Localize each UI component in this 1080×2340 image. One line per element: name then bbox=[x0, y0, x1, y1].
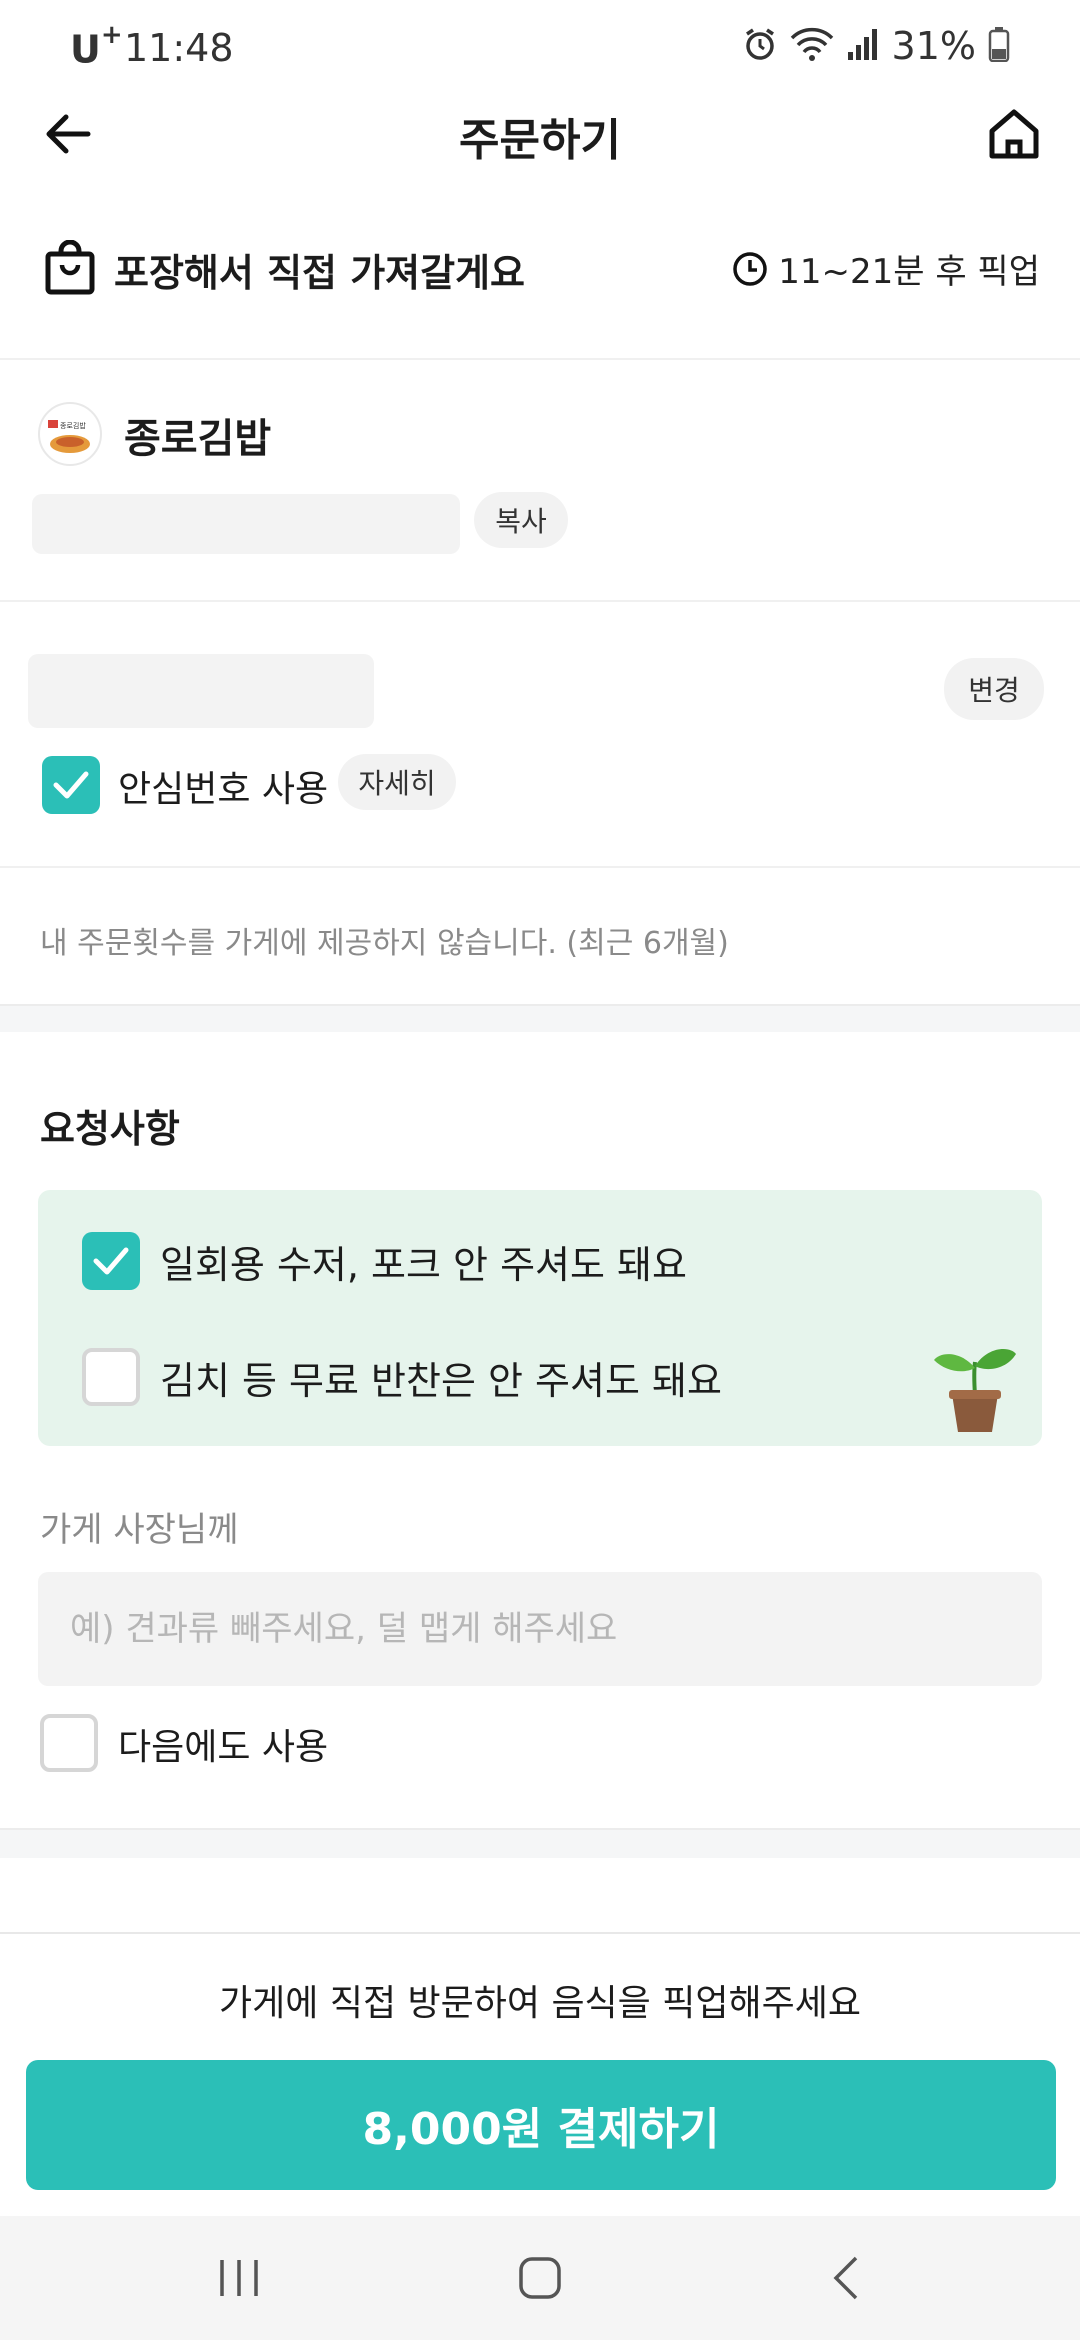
store-logo: 종로김밥 bbox=[38, 402, 102, 466]
owner-request-label: 가게 사장님께 bbox=[40, 1510, 239, 1550]
store-logo-text: 종로김밥 bbox=[60, 421, 86, 430]
divider bbox=[0, 866, 1080, 868]
recents-icon[interactable] bbox=[214, 2256, 264, 2304]
pay-button[interactable]: 8,000원 결제하기 bbox=[26, 2060, 1056, 2190]
sprout-icon bbox=[930, 1340, 1020, 1444]
nav-back-icon[interactable] bbox=[828, 2254, 864, 2306]
owner-request-input[interactable] bbox=[38, 1572, 1042, 1686]
reuse-next-time-checkbox[interactable] bbox=[40, 1714, 98, 1772]
divider bbox=[0, 600, 1080, 602]
alarm-icon bbox=[742, 26, 778, 66]
requests-section-title: 요청사항 bbox=[40, 1107, 180, 1151]
reuse-next-time-label: 다음에도 사용 bbox=[118, 1727, 329, 1768]
no-side-dish-checkbox[interactable] bbox=[82, 1348, 140, 1406]
check-icon bbox=[93, 1247, 129, 1275]
battery-percent: 31% bbox=[891, 24, 976, 68]
no-utensils-checkbox[interactable] bbox=[82, 1232, 140, 1290]
copy-button[interactable]: 복사 bbox=[474, 492, 568, 548]
pickup-label: 포장해서 직접 가져갈게요 bbox=[114, 251, 526, 295]
wifi-icon bbox=[790, 26, 834, 66]
shopping-bag-icon bbox=[44, 239, 96, 296]
phone-number-masked bbox=[28, 654, 374, 728]
eco-options-box: 일회용 수저, 포크 안 주셔도 돼요 김치 등 무료 반찬은 안 주셔도 돼요 bbox=[38, 1190, 1042, 1446]
home-button[interactable] bbox=[984, 104, 1044, 164]
pickup-option-row: 포장해서 직접 가져갈게요 11~21분 후 픽업 bbox=[0, 230, 1080, 310]
no-side-dish-label: 김치 등 무료 반찬은 안 주셔도 돼요 bbox=[160, 1359, 722, 1403]
detail-button[interactable]: 자세히 bbox=[338, 754, 456, 810]
pickup-time: 11~21분 후 픽업 bbox=[732, 244, 1040, 293]
store-name: 종로김밥 bbox=[124, 416, 272, 462]
store-address-masked bbox=[32, 494, 460, 554]
system-nav-bar bbox=[0, 2216, 1080, 2340]
order-count-notice: 내 주문횟수를 가게에 제공하지 않습니다. (최근 6개월) bbox=[40, 926, 729, 961]
section-separator bbox=[0, 1004, 1080, 1032]
change-button[interactable]: 변경 bbox=[944, 658, 1044, 720]
page-title: 주문하기 bbox=[459, 115, 621, 166]
safe-number-checkbox[interactable] bbox=[42, 756, 100, 814]
no-utensils-label: 일회용 수저, 포크 안 주셔도 돼요 bbox=[160, 1243, 687, 1287]
status-icons: 31% bbox=[742, 24, 1010, 68]
signal-icon bbox=[846, 26, 880, 66]
pickup-time-text: 11~21분 후 픽업 bbox=[778, 252, 1040, 292]
check-icon bbox=[53, 771, 89, 799]
bottom-payment-panel: 가게에 직접 방문하여 음식을 픽업해주세요 8,000원 결제하기 bbox=[0, 1932, 1080, 2216]
section-separator bbox=[0, 1828, 1080, 1858]
nav-home-icon[interactable] bbox=[516, 2254, 564, 2306]
home-icon bbox=[989, 109, 1039, 159]
battery-icon bbox=[988, 26, 1010, 66]
divider bbox=[0, 358, 1080, 360]
status-bar: U+ 11:48 31% bbox=[0, 0, 1080, 96]
app-header: 주문하기 bbox=[0, 96, 1080, 176]
carrier-name: U+ bbox=[70, 20, 123, 72]
pickup-notice: 가게에 직접 방문하여 음식을 픽업해주세요 bbox=[219, 1983, 861, 2024]
clock-icon bbox=[733, 251, 767, 286]
safe-number-label: 안심번호 사용 bbox=[118, 769, 329, 810]
status-time: 11:48 bbox=[124, 26, 234, 70]
